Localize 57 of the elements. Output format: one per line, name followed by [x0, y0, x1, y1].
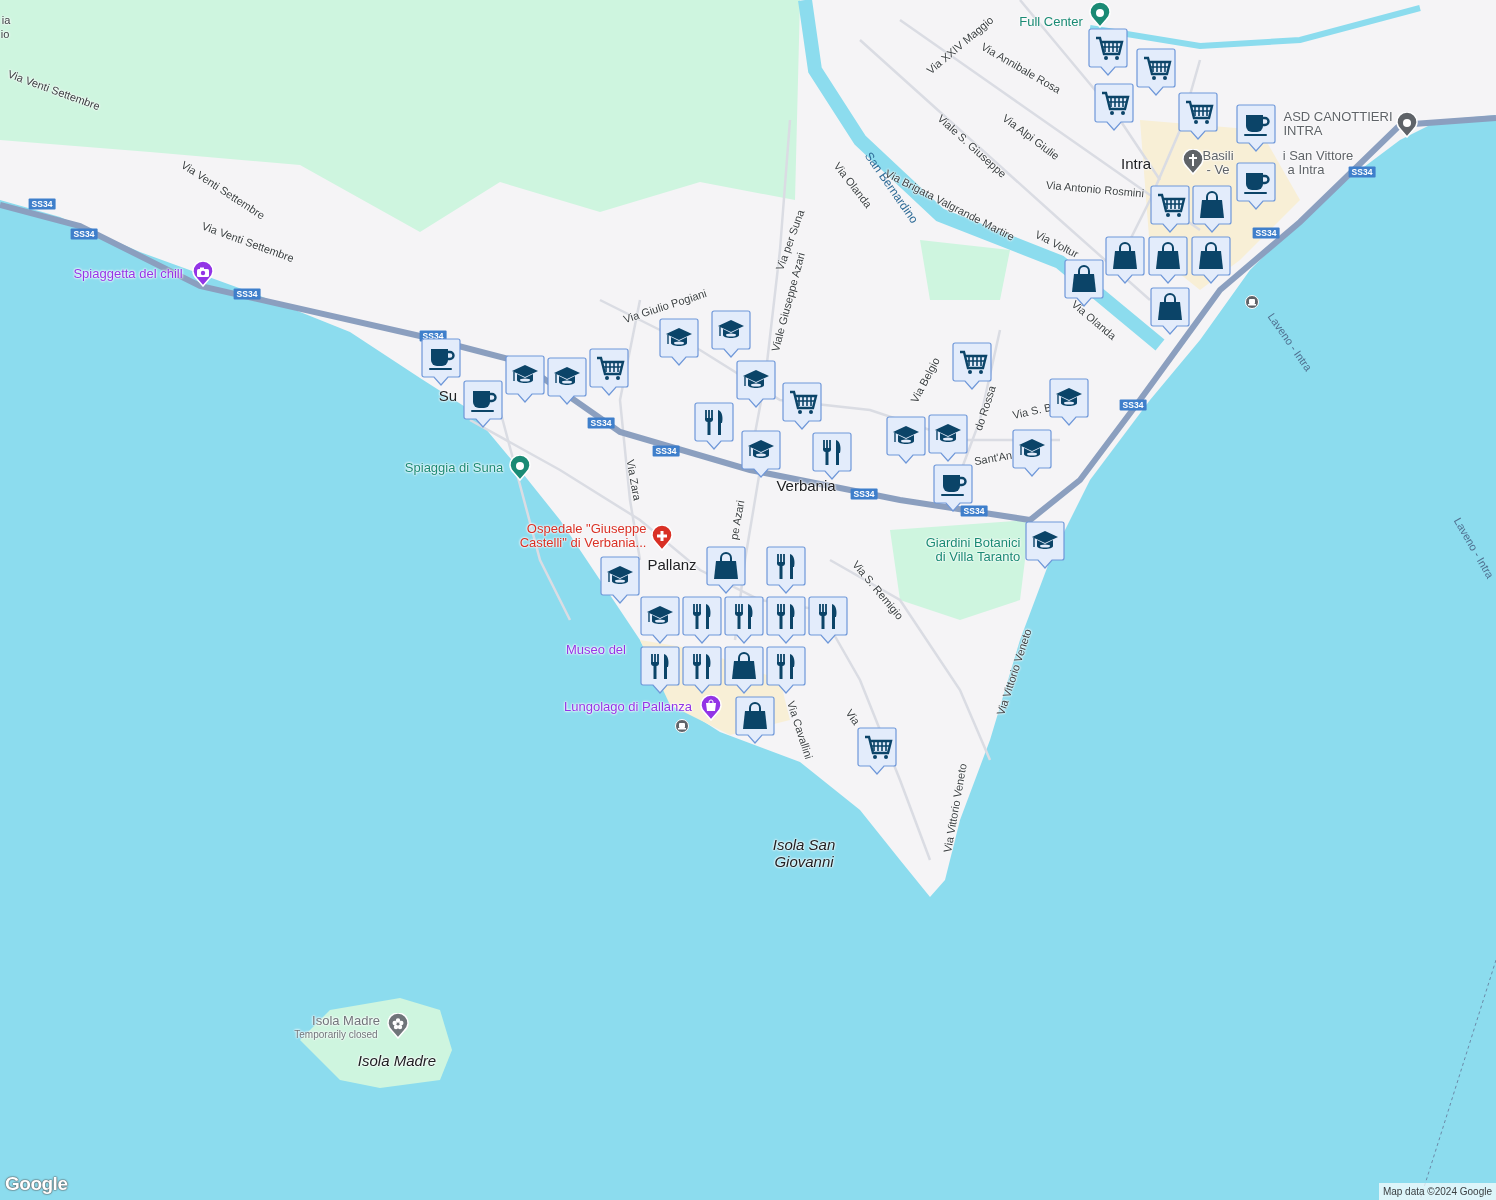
camera-pin-icon[interactable] — [192, 261, 214, 287]
church-pin-icon[interactable] — [1182, 149, 1204, 175]
place-label[interactable]: Full Center — [1019, 14, 1083, 30]
place-pin-icon[interactable] — [1396, 112, 1418, 138]
street-label: Via Antonio Rosmini — [1045, 178, 1145, 200]
road-number-sign: SS34 — [28, 198, 56, 210]
place-label[interactable]: i San Vittore — [1282, 148, 1354, 164]
shopping-bag-marker-icon[interactable] — [735, 696, 775, 744]
place-label[interactable]: Museo del — [566, 642, 626, 658]
place-label[interactable]: a Intra — [1287, 162, 1325, 178]
road-number-sign: SS34 — [960, 505, 988, 517]
town-label: Intra — [1121, 155, 1151, 173]
place-label[interactable]: ASD CANOTTIERI INTRA — [1283, 109, 1393, 139]
place-label[interactable]: Spiaggia di Suna — [404, 460, 504, 476]
place-pin-icon[interactable] — [1089, 2, 1111, 28]
street-label: do Rossa — [972, 384, 998, 432]
street-label: ia — [1, 13, 11, 27]
street-label: Via Vittorio Veneto — [994, 627, 1034, 717]
place-label[interactable]: Giardini Botanici di Villa Taranto — [925, 535, 1021, 565]
map-attribution: Map data ©2024 Google — [1378, 1183, 1496, 1200]
street-label: Via Vittorio Veneto — [941, 762, 969, 854]
street-label: Sant'An — [973, 448, 1013, 468]
road-number-sign: SS34 — [1252, 227, 1280, 239]
place-label[interactable]: Ospedale "Giuseppe Castelli" di Verbania... — [519, 521, 647, 551]
island-label: Isola San Giovanni — [772, 836, 836, 870]
street-label: io — [0, 27, 10, 41]
island-label: Isola Madre — [357, 1052, 437, 1070]
hospital-pin-icon[interactable] — [651, 525, 673, 551]
graduation-cap-marker-icon[interactable] — [1025, 521, 1065, 569]
road-number-sign: SS34 — [70, 228, 98, 240]
street-label: Via — [843, 707, 863, 727]
ferry-icon[interactable] — [1245, 295, 1259, 309]
coffee-cup-marker-icon[interactable] — [421, 338, 461, 386]
street-label: Via Voltur — [1033, 227, 1081, 261]
road-number-sign: SS34 — [1119, 399, 1147, 411]
ferry-icon[interactable] — [675, 719, 689, 733]
road-number-sign: SS34 — [587, 417, 615, 429]
graduation-cap-marker-icon[interactable] — [600, 556, 640, 604]
street-label: pe Azari — [727, 499, 747, 541]
flower-pin-icon[interactable] — [387, 1013, 409, 1039]
town-label: Verbania — [776, 477, 836, 495]
shopping-pin-icon[interactable] — [700, 695, 722, 721]
status-note: Temporarily closed — [294, 1028, 378, 1040]
coffee-cup-marker-icon[interactable] — [463, 380, 503, 428]
road-number-sign: SS34 — [652, 445, 680, 457]
street-label: Via Zara — [624, 458, 644, 502]
place-label[interactable]: - Ve — [1206, 162, 1230, 178]
place-pin-icon[interactable] — [509, 455, 531, 481]
town-label: Su — [438, 387, 458, 405]
town-label: Pallanz — [647, 556, 697, 574]
place-label[interactable]: Basili — [1202, 148, 1234, 164]
place-label[interactable]: Isola Madre — [312, 1013, 380, 1029]
road-number-sign: SS34 — [233, 288, 261, 300]
road-number-sign: SS34 — [1348, 166, 1376, 178]
fork-and-knife-marker-icon[interactable] — [640, 646, 680, 694]
place-label[interactable]: Spiaggetta del chill — [73, 266, 183, 282]
road-number-sign: SS34 — [850, 488, 878, 500]
